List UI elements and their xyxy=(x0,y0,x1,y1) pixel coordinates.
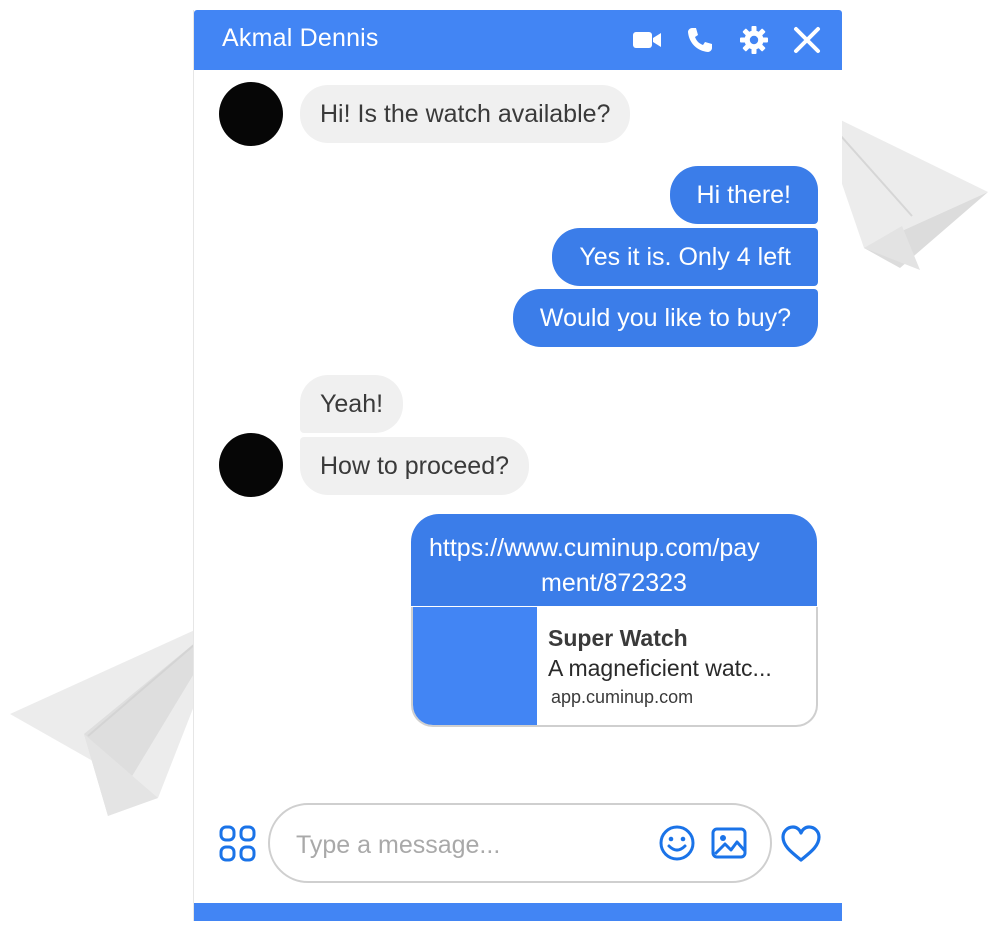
phone-icon[interactable] xyxy=(685,25,715,55)
incoming-message: Hi! Is the watch available? xyxy=(300,85,631,143)
link-message[interactable]: https://www.cuminup.com/pay ment/872323 xyxy=(411,514,817,606)
bottom-bar xyxy=(194,903,842,921)
message-composer xyxy=(268,803,772,883)
outgoing-message: Hi there! xyxy=(669,166,818,224)
gear-icon[interactable] xyxy=(739,25,769,55)
link-preview-card[interactable]: Super Watch A magneficient watc... app.c… xyxy=(411,607,818,727)
contact-name: Akmal Dennis xyxy=(222,24,379,52)
link-preview-domain: app.cuminup.com xyxy=(551,687,694,707)
avatar[interactable] xyxy=(219,82,283,146)
heart-icon[interactable] xyxy=(780,824,822,864)
emoji-icon[interactable] xyxy=(658,824,696,862)
link-text: ment/872323 xyxy=(541,569,687,597)
incoming-message: Yeah! xyxy=(300,375,404,433)
outgoing-message: Yes it is. Only 4 left xyxy=(552,228,818,286)
avatar[interactable] xyxy=(219,433,283,497)
outgoing-message: Would you like to buy? xyxy=(512,289,818,347)
incoming-message: How to proceed? xyxy=(300,437,530,495)
chat-header: Akmal Dennis xyxy=(194,10,842,70)
message-input[interactable] xyxy=(294,825,628,865)
link-preview-title: Super Watch xyxy=(548,625,688,651)
link-preview-description: A magneficient watc... xyxy=(548,655,772,681)
link-text: https://www.cuminup.com/pay xyxy=(429,534,760,562)
link-preview-thumbnail xyxy=(413,607,537,725)
apps-icon[interactable] xyxy=(218,824,258,864)
chat-window: Akmal Dennis Hi! Is the watch available?… xyxy=(193,10,842,921)
video-call-icon[interactable] xyxy=(632,25,662,55)
image-icon[interactable] xyxy=(710,824,748,862)
close-icon[interactable] xyxy=(792,25,822,55)
